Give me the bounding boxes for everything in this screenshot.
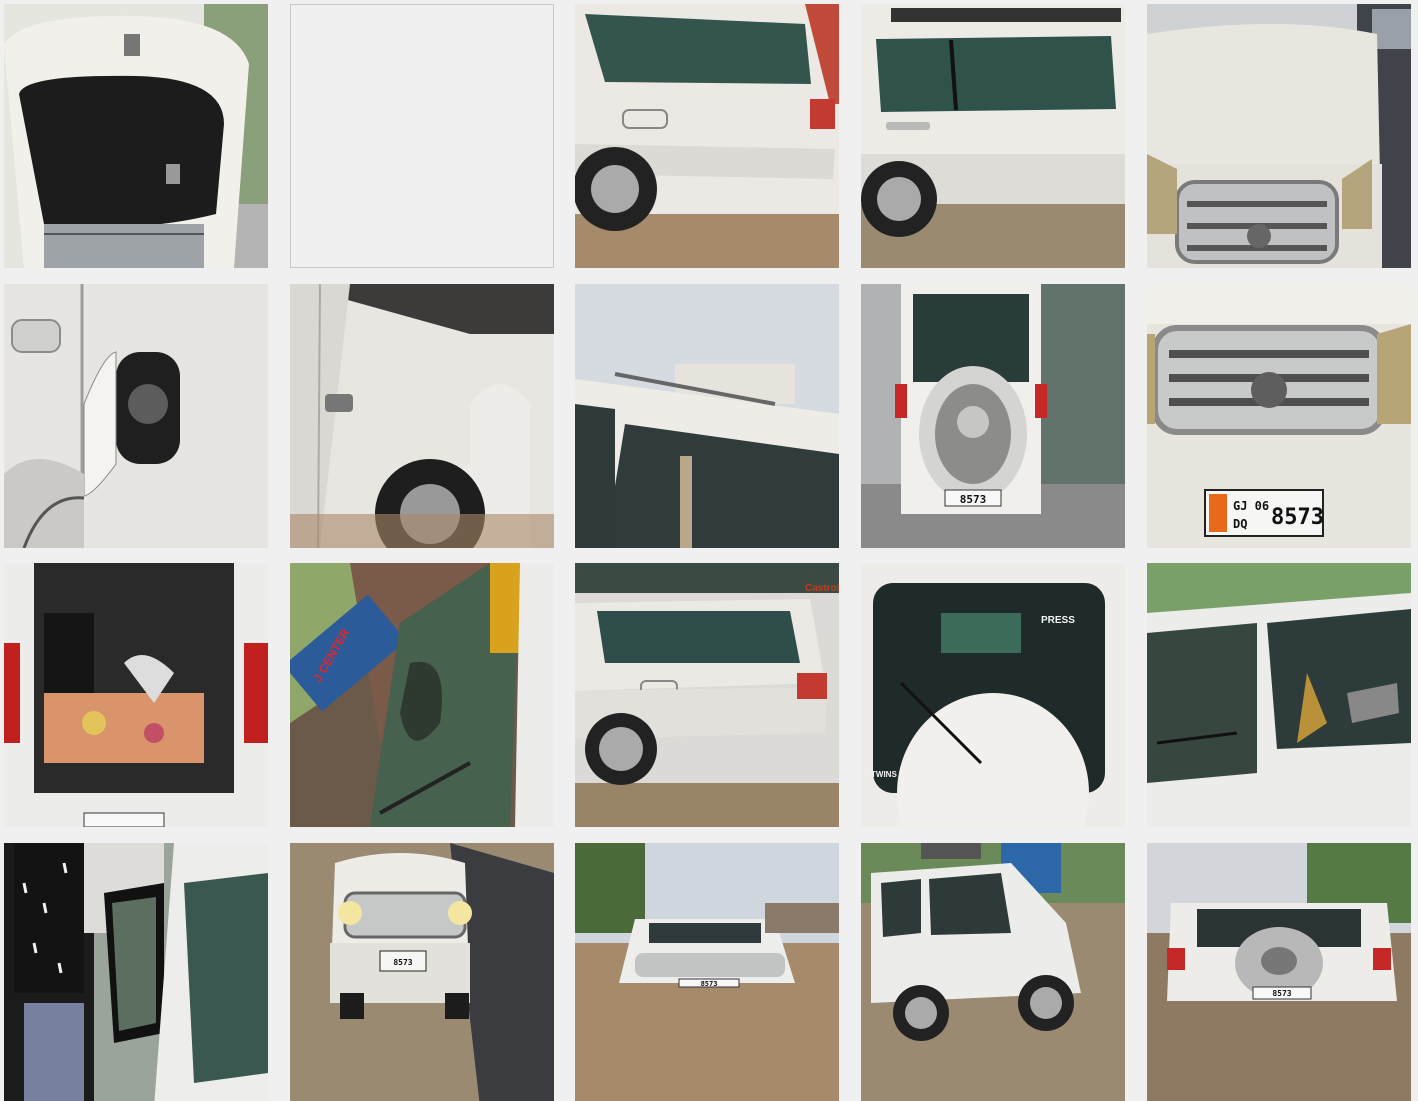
front-plate-line1: GJ 06 — [1233, 499, 1269, 513]
boot-interior-image — [4, 563, 268, 827]
plate-road-text: 8573 — [393, 958, 412, 967]
cracked-side-window-image — [1147, 563, 1411, 827]
photo-boot-interior[interactable] — [4, 563, 268, 827]
photo-gallery: 8573 GJ 06 DQ 8573 J CENTER Castrol PRES… — [0, 0, 1418, 1101]
photo-rear-side-window-2[interactable]: Castrol — [575, 563, 839, 827]
photo-placeholder[interactable] — [290, 4, 554, 268]
rear-side-window-image — [575, 4, 839, 268]
side-doors-image — [861, 4, 1125, 268]
plate-ground-text: 8573 — [701, 980, 718, 988]
rear-windshield-image: PRESS TWINS WHEELS — [861, 563, 1125, 827]
rear-spare-wheel-image: 8573 — [861, 284, 1125, 548]
front-fender-badge-image — [290, 284, 554, 548]
photo-front-fender-badge[interactable] — [290, 284, 554, 548]
side-angle-view-image — [861, 843, 1125, 1101]
front-plate-line2: DQ — [1233, 517, 1247, 531]
rear-plate-text: 8573 — [960, 493, 987, 506]
photo-rear-side-window[interactable] — [575, 4, 839, 268]
photo-fuel-cap-open[interactable] — [4, 284, 268, 548]
photo-cracked-side-window[interactable] — [1147, 563, 1411, 827]
windshield-angle-image: J CENTER — [290, 563, 554, 827]
plate-parking-text: 8573 — [1272, 989, 1291, 998]
front-plate-number: 8573 — [1271, 505, 1324, 530]
photo-side-angle-view[interactable] — [861, 843, 1125, 1101]
photo-front-view-road[interactable]: 8573 — [290, 843, 554, 1101]
photo-person-mirror[interactable] — [4, 843, 268, 1101]
photo-front-view-ground[interactable]: 8573 — [575, 843, 839, 1101]
photo-rear-windshield[interactable]: PRESS TWINS WHEELS — [861, 563, 1125, 827]
hood-underside-image — [4, 4, 268, 268]
press-text: PRESS — [1041, 615, 1075, 626]
photo-front-grille-plate[interactable]: GJ 06 DQ 8573 — [1147, 284, 1411, 548]
front-grille-plate-image: GJ 06 DQ 8573 — [1147, 284, 1411, 548]
castrol-sign-text: Castrol — [805, 583, 839, 594]
photo-front-hood-grille[interactable] — [1147, 4, 1411, 268]
photo-side-doors[interactable] — [861, 4, 1125, 268]
front-hood-grille-image — [1147, 4, 1411, 268]
roof-windshield-image — [575, 284, 839, 548]
photo-rear-spare-wheel[interactable]: 8573 — [861, 284, 1125, 548]
photo-roof-windshield[interactable] — [575, 284, 839, 548]
photo-rear-view-parking[interactable]: 8573 — [1147, 843, 1411, 1101]
rear-side-window-2-image: Castrol — [575, 563, 839, 827]
photo-hood-underside[interactable] — [4, 4, 268, 268]
front-view-ground-image: 8573 — [575, 843, 839, 1101]
rear-view-parking-image: 8573 — [1147, 843, 1411, 1101]
photo-windshield-angle[interactable]: J CENTER — [290, 563, 554, 827]
fuel-cap-open-image — [4, 284, 268, 548]
person-mirror-image — [4, 843, 268, 1101]
front-view-road-image: 8573 — [290, 843, 554, 1101]
